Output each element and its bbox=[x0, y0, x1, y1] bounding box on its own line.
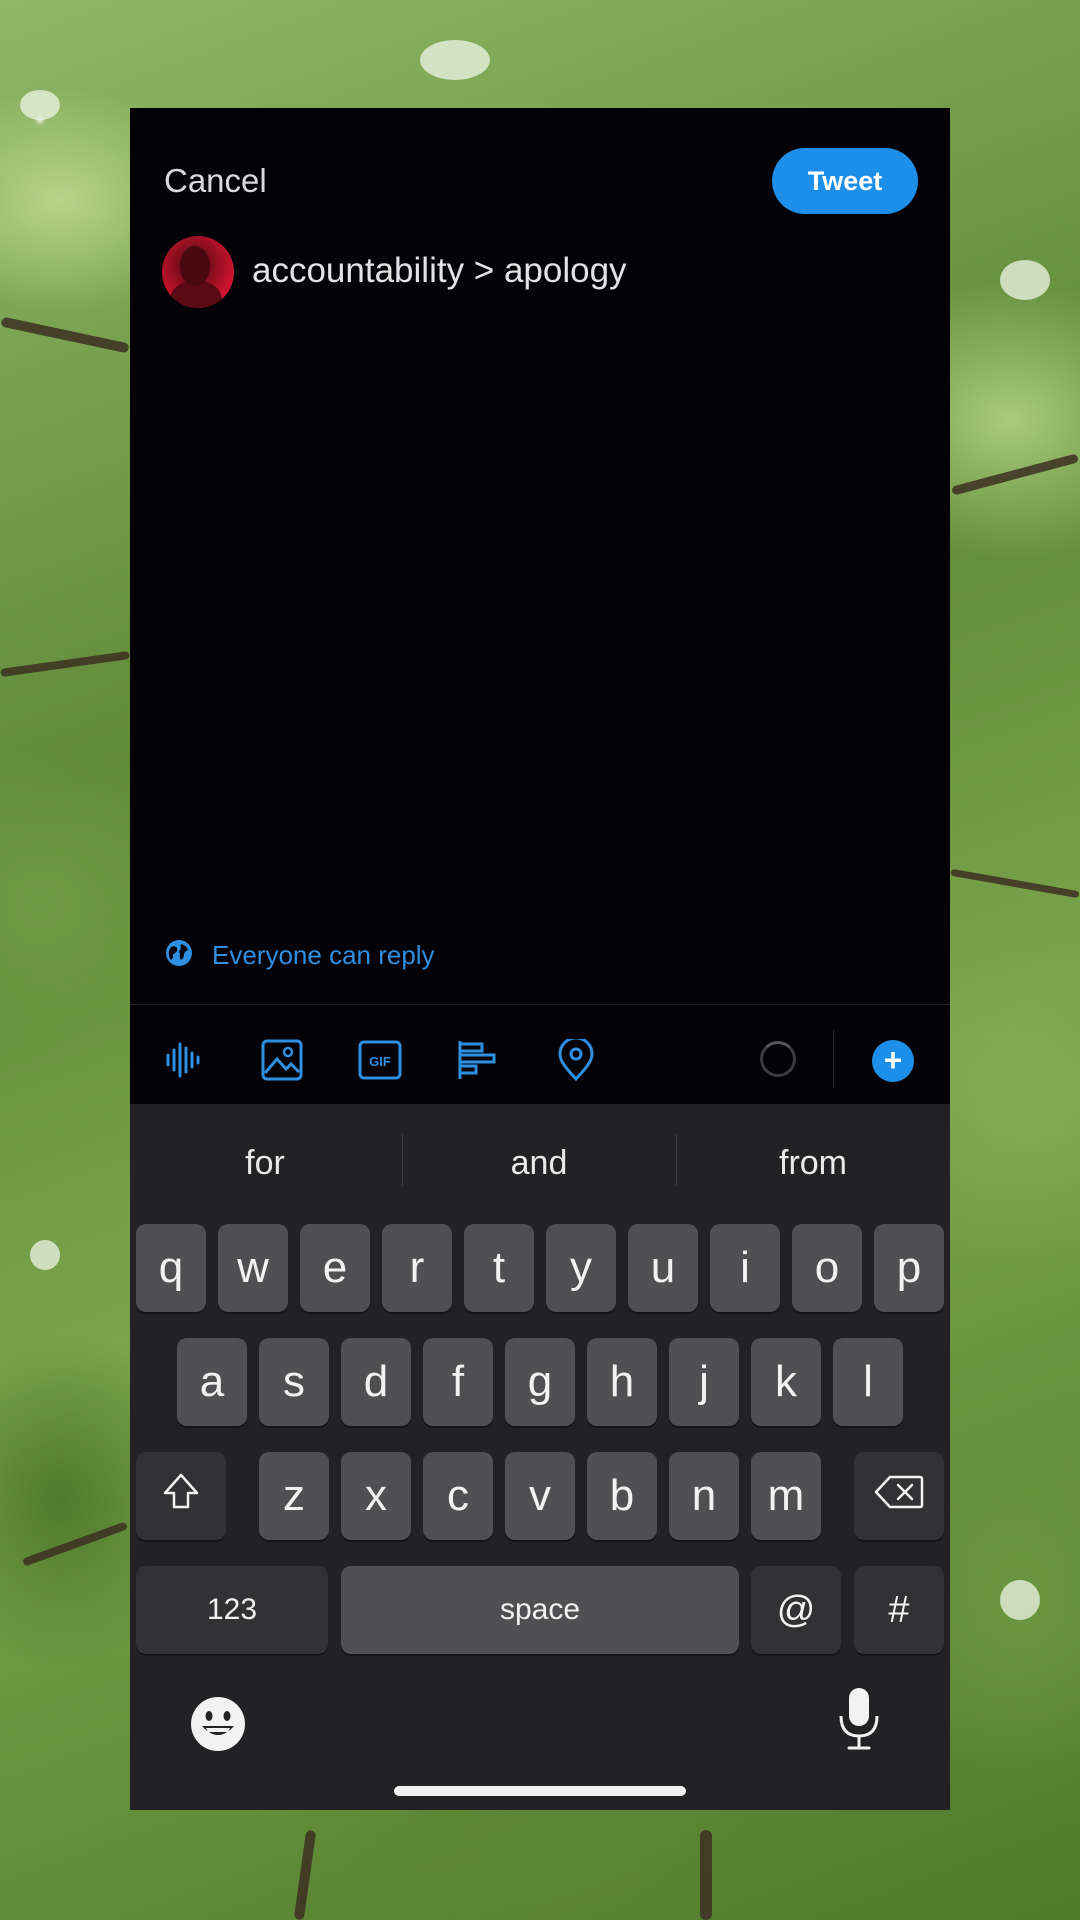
suggestion-divider bbox=[402, 1134, 403, 1186]
add-thread-button[interactable]: + bbox=[872, 1040, 914, 1082]
poll-icon[interactable] bbox=[454, 1036, 502, 1084]
globe-icon bbox=[164, 938, 194, 973]
key-c[interactable]: c bbox=[423, 1452, 493, 1540]
suggestion-3[interactable]: from bbox=[678, 1144, 948, 1183]
key-z[interactable]: z bbox=[259, 1452, 329, 1540]
key-v[interactable]: v bbox=[505, 1452, 575, 1540]
microphone-icon[interactable] bbox=[836, 1686, 882, 1752]
suggestion-2[interactable]: and bbox=[404, 1144, 674, 1183]
location-icon[interactable] bbox=[552, 1036, 600, 1084]
key-u[interactable]: u bbox=[628, 1224, 698, 1312]
compose-text-input[interactable]: accountability > apology bbox=[252, 251, 627, 291]
key-d[interactable]: d bbox=[341, 1338, 411, 1426]
cancel-button[interactable]: Cancel bbox=[164, 162, 267, 200]
backspace-icon bbox=[874, 1471, 924, 1521]
key-t[interactable]: t bbox=[464, 1224, 534, 1312]
key-a[interactable]: a bbox=[177, 1338, 247, 1426]
key-y[interactable]: y bbox=[546, 1224, 616, 1312]
voice-icon[interactable] bbox=[160, 1036, 208, 1084]
key-g[interactable]: g bbox=[505, 1338, 575, 1426]
key-r[interactable]: r bbox=[382, 1224, 452, 1312]
image-icon[interactable] bbox=[258, 1036, 306, 1084]
key-i[interactable]: i bbox=[710, 1224, 780, 1312]
key-q[interactable]: q bbox=[136, 1224, 206, 1312]
compose-screen: Cancel Tweet accountability > apology Ev… bbox=[130, 108, 950, 1810]
home-indicator[interactable] bbox=[394, 1786, 686, 1796]
key-j[interactable]: j bbox=[669, 1338, 739, 1426]
suggestion-1[interactable]: for bbox=[130, 1144, 400, 1183]
tweet-button[interactable]: Tweet bbox=[772, 148, 918, 214]
emoji-icon[interactable] bbox=[188, 1694, 248, 1754]
key-p[interactable]: p bbox=[874, 1224, 944, 1312]
key-f[interactable]: f bbox=[423, 1338, 493, 1426]
shift-icon bbox=[161, 1471, 201, 1522]
key-x[interactable]: x bbox=[341, 1452, 411, 1540]
toolbar-divider bbox=[130, 1004, 950, 1005]
space-key[interactable]: space bbox=[341, 1566, 739, 1654]
key-e[interactable]: e bbox=[300, 1224, 370, 1312]
reply-settings[interactable]: Everyone can reply bbox=[164, 938, 435, 973]
character-count-ring bbox=[760, 1041, 796, 1077]
avatar bbox=[162, 236, 234, 308]
key-k[interactable]: k bbox=[751, 1338, 821, 1426]
key-h[interactable]: h bbox=[587, 1338, 657, 1426]
key-s[interactable]: s bbox=[259, 1338, 329, 1426]
suggestion-divider bbox=[676, 1134, 677, 1186]
at-key[interactable]: @ bbox=[751, 1566, 841, 1654]
reply-label: Everyone can reply bbox=[212, 940, 435, 970]
hash-key[interactable]: # bbox=[854, 1566, 944, 1654]
delete-key[interactable] bbox=[854, 1452, 944, 1540]
numbers-key[interactable]: 123 bbox=[136, 1566, 328, 1654]
keyboard: for and from q w e r t y u i o p a s d f… bbox=[130, 1104, 950, 1810]
key-l[interactable]: l bbox=[833, 1338, 903, 1426]
key-m[interactable]: m bbox=[751, 1452, 821, 1540]
toolbar-vertical-divider bbox=[833, 1030, 834, 1088]
key-o[interactable]: o bbox=[792, 1224, 862, 1312]
gif-icon[interactable]: GIF bbox=[356, 1036, 404, 1084]
key-b[interactable]: b bbox=[587, 1452, 657, 1540]
shift-key[interactable] bbox=[136, 1452, 226, 1540]
svg-text:GIF: GIF bbox=[369, 1054, 391, 1069]
key-n[interactable]: n bbox=[669, 1452, 739, 1540]
key-w[interactable]: w bbox=[218, 1224, 288, 1312]
